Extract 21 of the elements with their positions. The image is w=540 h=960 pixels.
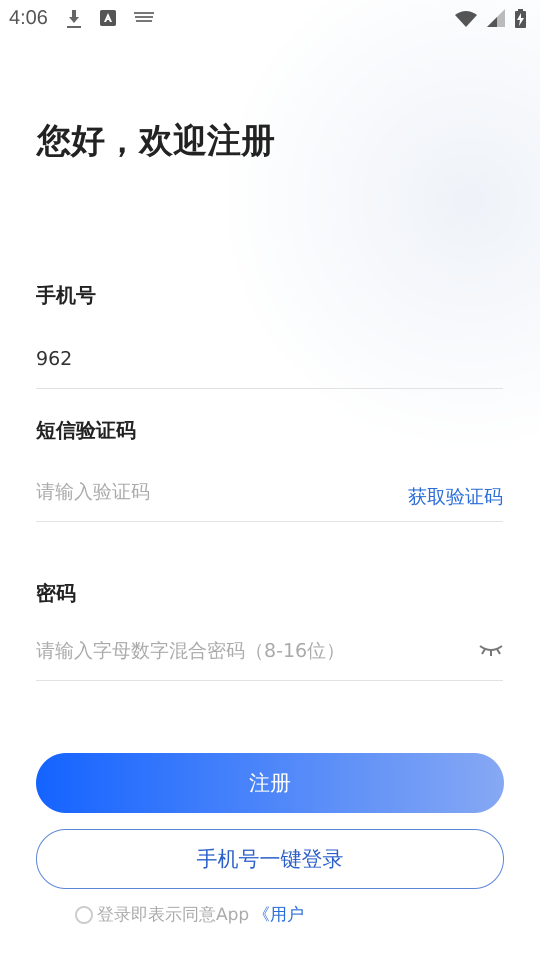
- agreement-text: 登录即表示同意App: [97, 904, 250, 926]
- eye-closed-icon[interactable]: [479, 644, 503, 658]
- clock-time: 4:06: [9, 6, 48, 30]
- field-label: 短信验证码: [36, 417, 137, 444]
- keyboard-icon: [134, 12, 154, 24]
- agreement-radio[interactable]: [75, 906, 93, 924]
- keyboard-letter-icon: [100, 10, 116, 26]
- field-label: 手机号: [36, 282, 97, 309]
- agreement-link[interactable]: 《用户: [253, 903, 304, 926]
- input-field[interactable]: 请输入验证码: [36, 481, 408, 503]
- phone-login-button[interactable]: 手机号一键登录: [36, 829, 504, 889]
- register-button[interactable]: 注册: [36, 753, 504, 813]
- download-icon: [66, 8, 82, 28]
- field-label: 密码: [36, 580, 77, 607]
- get-code-link[interactable]: 获取验证码: [408, 484, 503, 510]
- input-field[interactable]: 请输入字母数字混合密码（8-16位）: [36, 640, 479, 662]
- signal-icon: [487, 9, 505, 27]
- page-title: 您好，欢迎注册: [37, 120, 276, 163]
- wifi-icon: [455, 10, 477, 26]
- input-field[interactable]: 962: [36, 348, 503, 370]
- battery-charging-icon: [515, 8, 526, 28]
